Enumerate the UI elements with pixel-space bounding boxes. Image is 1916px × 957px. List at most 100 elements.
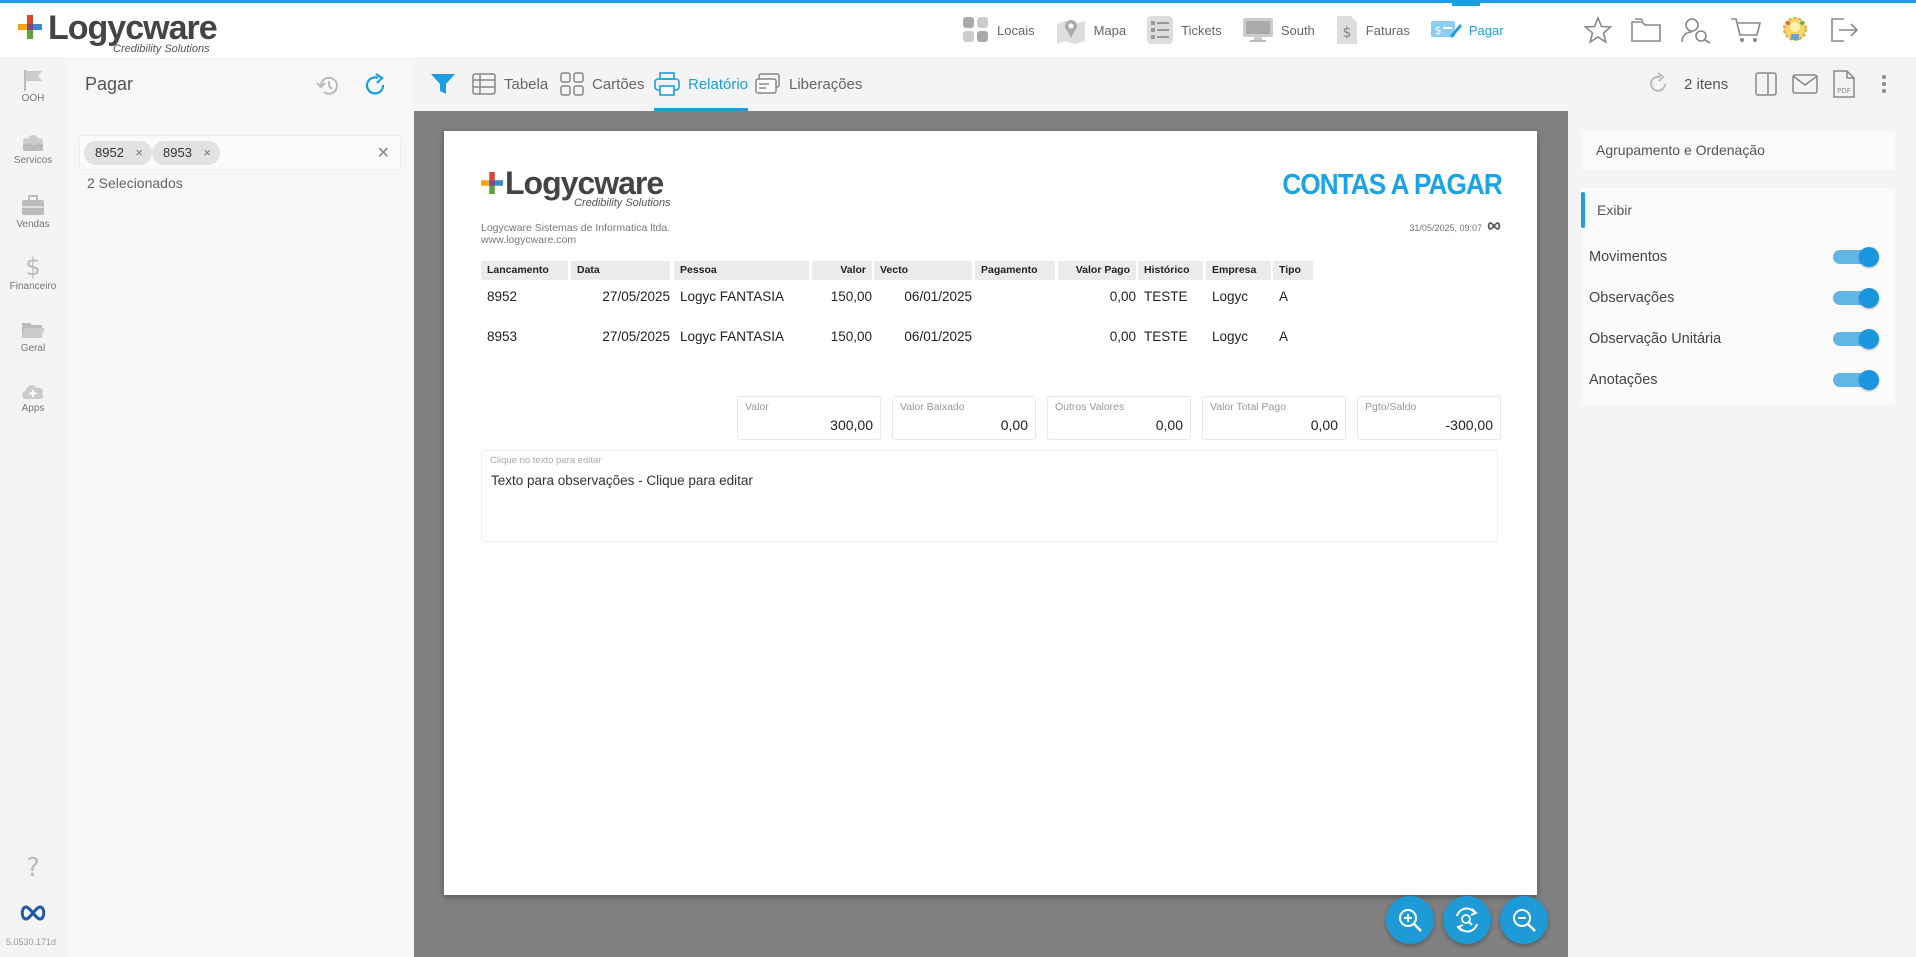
zoom-in-icon — [1399, 909, 1422, 932]
briefcase-icon — [22, 195, 44, 215]
nav-pagar[interactable]: $ Pagar — [1430, 3, 1504, 57]
user-search-icon[interactable] — [1680, 16, 1712, 44]
zoom-out-button[interactable] — [1500, 896, 1548, 944]
observacao-unitaria-toggle[interactable] — [1833, 329, 1879, 349]
sidebar-item-geral[interactable]: Geral — [0, 319, 66, 354]
nav-faturas[interactable]: $ Faturas — [1335, 3, 1410, 57]
app-logo[interactable]: Logycware Credibility Solutions — [18, 9, 218, 55]
selected-count: 2 Selecionados — [87, 175, 183, 191]
brand-button[interactable] — [0, 903, 66, 926]
logout-icon[interactable] — [1828, 16, 1860, 44]
notes-text[interactable]: Texto para observações - Clique para edi… — [491, 473, 753, 488]
cell-tipo: A — [1279, 329, 1289, 344]
refresh-button[interactable] — [363, 73, 389, 104]
grouping-ordering-section[interactable]: Agrupamento e Ordenação — [1581, 130, 1895, 170]
sidebar-label-ooh: OOH — [21, 93, 45, 104]
col-tipo: Tipo — [1273, 261, 1313, 280]
selection-panel: Pagar 8952 × 8953 × ✕ 2 Selecionados — [66, 57, 414, 957]
chip-remove-icon[interactable]: × — [203, 141, 211, 165]
history-button[interactable] — [316, 73, 342, 104]
reload-button[interactable] — [1646, 57, 1670, 111]
email-button[interactable] — [1792, 57, 1818, 111]
observacoes-toggle[interactable] — [1833, 288, 1879, 308]
table-row[interactable]: 8953 27/05/2025 Logyc FANTASIA 150,00 06… — [481, 327, 1503, 367]
nav-mapa[interactable]: Mapa — [1055, 3, 1126, 57]
cards-icon — [560, 72, 584, 96]
sidebar-item-servicos[interactable]: Servicos — [0, 133, 66, 166]
nav-faturas-label: Faturas — [1365, 22, 1410, 38]
nav-south-label: South — [1280, 22, 1315, 38]
col-vecto: Vecto — [874, 261, 972, 280]
sidebar-item-financeiro[interactable]: $ Financeiro — [0, 255, 66, 292]
logo-text: Logycware — [48, 9, 218, 47]
logo-cross-icon — [481, 172, 503, 194]
export-pdf-button[interactable]: PDF — [1832, 57, 1856, 111]
total-valor: Valor 300,00 — [737, 396, 881, 440]
table-row[interactable]: 8952 27/05/2025 Logyc FANTASIA 150,00 06… — [481, 287, 1503, 327]
help-button[interactable]: ? — [0, 853, 66, 883]
cell-empresa: Logyc — [1212, 289, 1249, 304]
cell-vecto: 06/01/2025 — [904, 329, 972, 344]
sidebar-item-apps[interactable]: Apps — [0, 381, 66, 414]
services-icon — [23, 135, 43, 151]
display-section: Exibir Movimentos Observações Observação… — [1581, 188, 1895, 406]
cell-lancamento: 8953 — [487, 329, 518, 344]
display-section-title[interactable]: Exibir — [1581, 192, 1895, 228]
cloud-add-icon — [22, 385, 44, 399]
nav-tickets[interactable]: Tickets — [1146, 3, 1222, 57]
option-label: Anotações — [1589, 372, 1658, 388]
more-vertical-icon — [1882, 75, 1886, 93]
tab-cartoes[interactable]: Cartões — [560, 57, 645, 111]
sidebar-item-vendas[interactable]: Vendas — [0, 195, 66, 230]
notes-editor[interactable]: Clique no texto para editar Texto para o… — [481, 450, 1498, 542]
total-value: -300,00 — [1445, 417, 1493, 433]
zoom-reset-button[interactable] — [1443, 896, 1491, 944]
tab-relatorio-label: Relatório — [688, 75, 749, 93]
cell-pessoa: Logyc FANTASIA — [680, 289, 785, 304]
total-pgto-saldo: Pgto/Saldo -300,00 — [1357, 396, 1501, 440]
cell-valor: 150,00 — [830, 289, 872, 304]
notes-hint: Clique no texto para editar — [490, 455, 602, 466]
page-title: Pagar — [85, 74, 134, 94]
movimentos-toggle[interactable] — [1833, 247, 1879, 267]
report-title: CONTAS A PAGAR — [1282, 169, 1503, 201]
total-label: Outros Valores — [1055, 401, 1125, 413]
toggle-panel-button[interactable] — [1754, 57, 1778, 111]
nav-tickets-label: Tickets — [1181, 22, 1222, 38]
display-options-panel: Agrupamento e Ordenação Exibir Movimento… — [1568, 111, 1916, 957]
sidebar-item-ooh[interactable]: OOH — [0, 69, 66, 104]
star-icon[interactable] — [1584, 16, 1612, 44]
folder-icon[interactable] — [1630, 16, 1662, 44]
chip-remove-icon[interactable]: × — [135, 141, 143, 165]
filter-button[interactable] — [430, 57, 456, 111]
printer-icon — [654, 72, 680, 96]
more-options-button[interactable] — [1880, 57, 1888, 111]
anotacoes-toggle[interactable] — [1833, 370, 1879, 390]
cell-tipo: A — [1279, 289, 1289, 304]
nav-south[interactable]: South — [1242, 3, 1315, 57]
selected-items-field[interactable]: 8952 × 8953 × ✕ — [79, 135, 401, 170]
svg-text:$: $ — [1342, 25, 1351, 41]
top-navigation: Locais Mapa Tickets South $ Faturas $ Pa… — [962, 3, 1524, 57]
option-label: Movimentos — [1589, 249, 1668, 265]
cart-icon[interactable] — [1730, 16, 1762, 44]
nav-locais[interactable]: Locais — [962, 3, 1035, 57]
report-viewer[interactable]: Logycware Credibility Solutions CONTAS A… — [414, 111, 1568, 957]
lightbulb-gear-icon[interactable] — [1780, 15, 1810, 45]
cell-historico: TESTE — [1144, 289, 1188, 304]
col-lancamento: Lancamento — [481, 261, 568, 280]
table-header: Lancamento Data Pessoa Valor Vecto Pagam… — [481, 261, 1503, 281]
tab-relatorio[interactable]: Relatório — [654, 57, 749, 111]
logo-tagline: Credibility Solutions — [113, 43, 210, 55]
clear-selection-icon[interactable]: ✕ — [377, 143, 390, 163]
total-valor-total-pago: Valor Total Pago 0,00 — [1202, 396, 1346, 440]
invoice-dollar-icon: $ — [1336, 16, 1357, 44]
col-historico: Histórico — [1138, 261, 1203, 280]
tab-tabela[interactable]: Tabela — [472, 57, 548, 111]
zoom-out-icon — [1513, 909, 1536, 932]
option-anotacoes: Anotações — [1589, 365, 1879, 395]
tab-liberacoes[interactable]: Liberações — [755, 57, 862, 111]
zoom-in-button[interactable] — [1386, 896, 1434, 944]
sidebar-label-apps: Apps — [21, 403, 45, 414]
payment-icon: $ — [1430, 21, 1462, 38]
